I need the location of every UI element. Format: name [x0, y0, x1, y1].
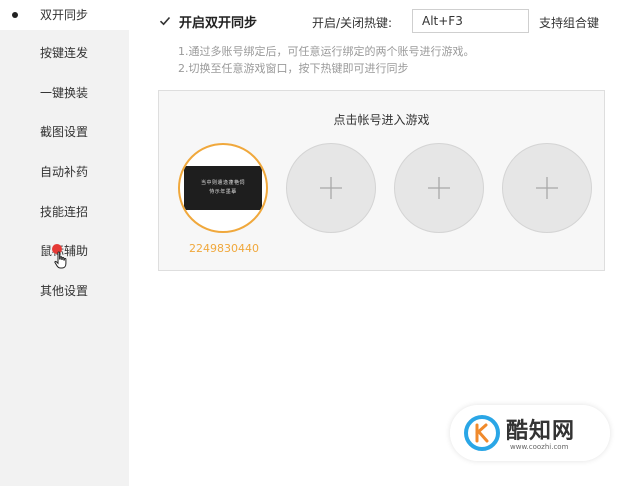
sidebar-item-label: 按键连发 [40, 46, 89, 60]
watermark: 酷知网 www.coozhi.com [450, 405, 610, 461]
sidebar-item-other-settings[interactable]: 其他设置 [0, 276, 129, 306]
enable-sync-label: 开启双开同步 [179, 15, 258, 31]
coozhi-logo-icon [464, 415, 500, 451]
account-slot-empty[interactable] [502, 143, 592, 233]
enable-sync-row: 开启双开同步 [158, 9, 257, 33]
thumbnail-text: 当中则遣逸蓬艳饲 [200, 180, 245, 186]
hotkey-label: 开启/关闭热键: [312, 16, 393, 30]
hotkey-input[interactable] [412, 9, 529, 33]
account-slot-empty[interactable] [286, 143, 376, 233]
sidebar-item-key-repeat[interactable]: 按键连发 [0, 38, 129, 68]
active-indicator [12, 12, 18, 18]
watermark-name: 酷知网 [506, 419, 576, 444]
sidebar-item-label: 其他设置 [40, 284, 89, 298]
hand-cursor-icon [54, 251, 67, 269]
sidebar-item-quick-outfit[interactable]: 一键换装 [0, 78, 129, 108]
account-slot-bound[interactable]: 当中则遣逸蓬艳饲 恃示年墨摹 [178, 143, 268, 233]
hint-line-2: 2.切换至任意游戏窗口，按下热键即可进行同步 [178, 62, 409, 75]
combo-key-label: 支持组合键 [539, 16, 600, 30]
account-thumbnail: 当中则遣逸蓬艳饲 恃示年墨摹 [184, 166, 262, 210]
plus-icon [320, 177, 342, 199]
checkmark-icon [159, 16, 170, 26]
sidebar-item-label: 截图设置 [40, 125, 89, 139]
hint-line-1: 1.通过多账号绑定后，可任意运行绑定的两个账号进行游戏。 [178, 45, 475, 58]
sidebar-item-screenshot-settings[interactable]: 截图设置 [0, 117, 129, 147]
plus-icon [428, 177, 450, 199]
sidebar-item-label: 双开同步 [40, 8, 89, 22]
plus-icon [536, 177, 558, 199]
accounts-panel-title: 点击帐号进入游戏 [333, 113, 430, 127]
account-slot-empty[interactable] [394, 143, 484, 233]
sidebar-item-auto-potion[interactable]: 自动补药 [0, 157, 129, 187]
thumbnail-text: 恃示年墨摹 [209, 189, 237, 195]
sidebar-item-label: 自动补药 [40, 165, 89, 179]
sidebar: 双开同步 按键连发 一键换装 截图设置 自动补药 技能连招 鼠标辅助 其他设置 [0, 0, 129, 486]
enable-sync-checkbox[interactable] [158, 15, 171, 28]
sidebar-item-dual-sync[interactable]: 双开同步 [0, 0, 129, 30]
sidebar-item-label: 一键换装 [40, 86, 89, 100]
sidebar-item-skill-combo[interactable]: 技能连招 [0, 197, 129, 227]
watermark-url: www.coozhi.com [510, 443, 569, 451]
account-id: 2249830440 [189, 242, 259, 255]
sidebar-item-label: 技能连招 [40, 205, 89, 219]
